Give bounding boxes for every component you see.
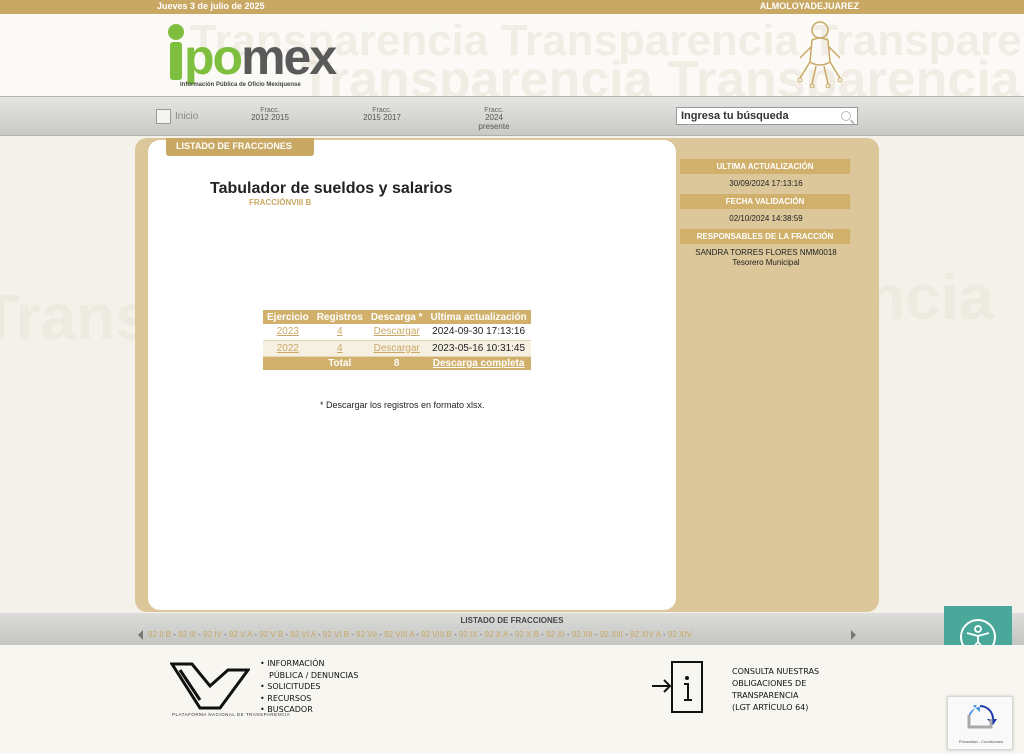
fraction-link[interactable]: 92 V B [259,630,283,639]
arrow-left-icon[interactable] [138,630,143,640]
listado-fracciones-tab[interactable]: LISTADO DE FRACCIONES [166,138,314,156]
ejercicio-link[interactable]: 2022 [277,343,299,354]
fraction-link[interactable]: 92 XII [572,630,593,639]
link-separator: - [538,630,547,639]
fraction-link[interactable]: 92 VII [356,630,377,639]
logo-dot [168,24,184,40]
search-icon[interactable] [841,111,851,121]
responsable-name: SANDRA TORRES FLORES NMM0018 [695,248,837,257]
home-icon [156,109,171,124]
fraction-link[interactable]: 92 X B [515,630,539,639]
table-row: 2022 4 Descargar 2023-05-16 10:31:45 [263,340,531,357]
list-item[interactable]: RECURSOS [260,693,358,705]
fraction-link[interactable]: 92 V A [229,630,252,639]
download-link[interactable]: Descargar [374,343,420,354]
fraction-link[interactable]: 92 III [178,630,196,639]
fraction-nav-bar: LISTADO DE FRACCIONES 92 II B - 92 III -… [0,613,1024,645]
last-update-value: 30/09/2024 17:13:16 [729,179,803,188]
validation-value: 02/10/2024 14:38:59 [729,214,803,223]
fraction-link[interactable]: 92 IV [203,630,222,639]
list-item[interactable]: INFORMACIÓN [260,658,358,670]
download-note: * Descargar los registros en formato xls… [320,400,485,410]
validation-heading: FECHA VALIDACIÓN [680,194,850,209]
municipality-name: ALMOLOYADEJUAREZ [759,1,859,11]
top-bar: Jueves 3 de julio de 2025 ALMOLOYADEJUAR… [0,0,1024,14]
download-all-link[interactable]: Descarga completa [433,358,525,369]
nav-home-label: Inicio [175,111,199,122]
fraction-nav-title: LISTADO DE FRACCIONES [460,616,564,625]
registros-link[interactable]: 4 [337,343,343,354]
recaptcha-terms[interactable]: Privacidad - Condiciones [948,739,1014,744]
registros-link[interactable]: 4 [337,326,343,337]
fraction-link[interactable]: 92 IX [459,630,478,639]
nav-fracc-2012-2015[interactable]: Fracc. 2012 2015 [248,107,292,123]
fraction-link[interactable]: 92 VIII A [384,630,414,639]
logo-wordmark: pomex [184,29,337,85]
fraction-link[interactable]: 92 XI [546,630,565,639]
link-separator: - [413,630,422,639]
header: Transparencia Transparencia Transparenci… [0,14,1024,96]
pnt-logo-icon[interactable] [170,660,250,720]
recaptcha-badge[interactable]: Privacidad - Condiciones [947,696,1013,750]
column-header: Registros [312,310,367,324]
link-separator: - [507,630,515,639]
responsable-info: SANDRA TORRES FLORES NMM0018 Tesorero Mu… [677,244,855,268]
logo-stem [170,42,182,80]
nav-home[interactable]: Inicio [156,109,198,124]
fraction-link[interactable]: 92 XIII [600,630,623,639]
fraction-links: 92 II B - 92 III - 92 IV - 92 V A - 92 V… [148,630,692,639]
search-input[interactable]: Ingresa tu búsqueda [676,107,858,125]
table-total-row: Total 8 Descarga completa [263,356,531,370]
fraction-link[interactable]: 92 II B [148,630,171,639]
nav-fracc-2015-2017[interactable]: Fracc. 2015 2017 [360,107,404,123]
link-separator: - [477,630,485,639]
consulta-icon[interactable] [650,660,710,715]
consulta-link[interactable]: CONSULTA NUESTRAS OBLIGACIONES DE TRANSP… [732,666,842,714]
link-separator: - [592,630,600,639]
fraction-link[interactable]: 92 XIV A [630,630,661,639]
arrow-right-icon[interactable] [851,630,856,640]
footer-services-list: INFORMACIÓN PÚBLICA / DENUNCIAS SOLICITU… [260,658,358,716]
nav-fracc-2024-presente[interactable]: Fracc. 2024 presente [472,107,516,131]
link-separator: - [315,630,323,639]
footer [0,645,1024,754]
page-subtitle: FRACCIÓNVIII B [249,198,312,207]
responsable-role: Tesorero Municipal [732,258,800,267]
list-item[interactable]: SOLICITUDES [260,681,358,693]
list-item[interactable]: BUSCADOR [260,704,358,716]
responsables-heading: RESPONSABLES DE LA FRACCIÓN [680,229,850,244]
recaptcha-icon [967,705,997,729]
total-value: 8 [366,356,427,370]
nav-bar: Inicio Fracc. 2012 2015 Fracc. 2015 2017… [0,96,1024,136]
fraction-link[interactable]: 92 VI A [290,630,315,639]
list-item[interactable]: PÚBLICA / DENUNCIAS [260,670,358,682]
update-date: 2024-09-30 17:13:16 [426,324,531,341]
total-label: Total [312,356,367,370]
column-header: Descarga * [366,310,427,324]
fraction-link[interactable]: 92 X A [485,630,508,639]
column-header: Ultima actualización [426,310,531,324]
link-separator: - [564,630,572,639]
link-separator: - [451,630,459,639]
current-date: Jueves 3 de julio de 2025 [157,1,265,11]
update-date: 2023-05-16 10:31:45 [426,340,531,357]
link-separator: - [660,630,668,639]
main-panel [148,140,676,610]
fraction-link[interactable]: 92 VIII B [421,630,452,639]
table-row: 2023 4 Descargar 2024-09-30 17:13:16 [263,324,531,341]
link-separator: - [221,630,229,639]
table-header-row: Ejercicio Registros Descarga * Ultima ac… [263,310,531,324]
fraction-link[interactable]: 92 VI B [323,630,349,639]
column-header: Ejercicio [263,310,313,324]
records-table: Ejercicio Registros Descarga * Ultima ac… [263,310,531,370]
logo-tagline: Información Pública de Oficio Mexiquense [180,82,301,88]
last-update-heading: ULTIMA ACTUALIZACIÓN [680,159,850,174]
page-title: Tabulador de sueldos y salarios [210,180,453,197]
side-panel: ULTIMA ACTUALIZACIÓN 30/09/2024 17:13:16… [677,150,855,268]
fraction-link[interactable]: 92 XIV [668,630,692,639]
ejercicio-link[interactable]: 2023 [277,326,299,337]
ipomex-logo[interactable]: pomex Información Pública de Oficio Mexi… [166,14,356,94]
mascot-icon [797,21,843,88]
download-link[interactable]: Descargar [374,326,420,337]
